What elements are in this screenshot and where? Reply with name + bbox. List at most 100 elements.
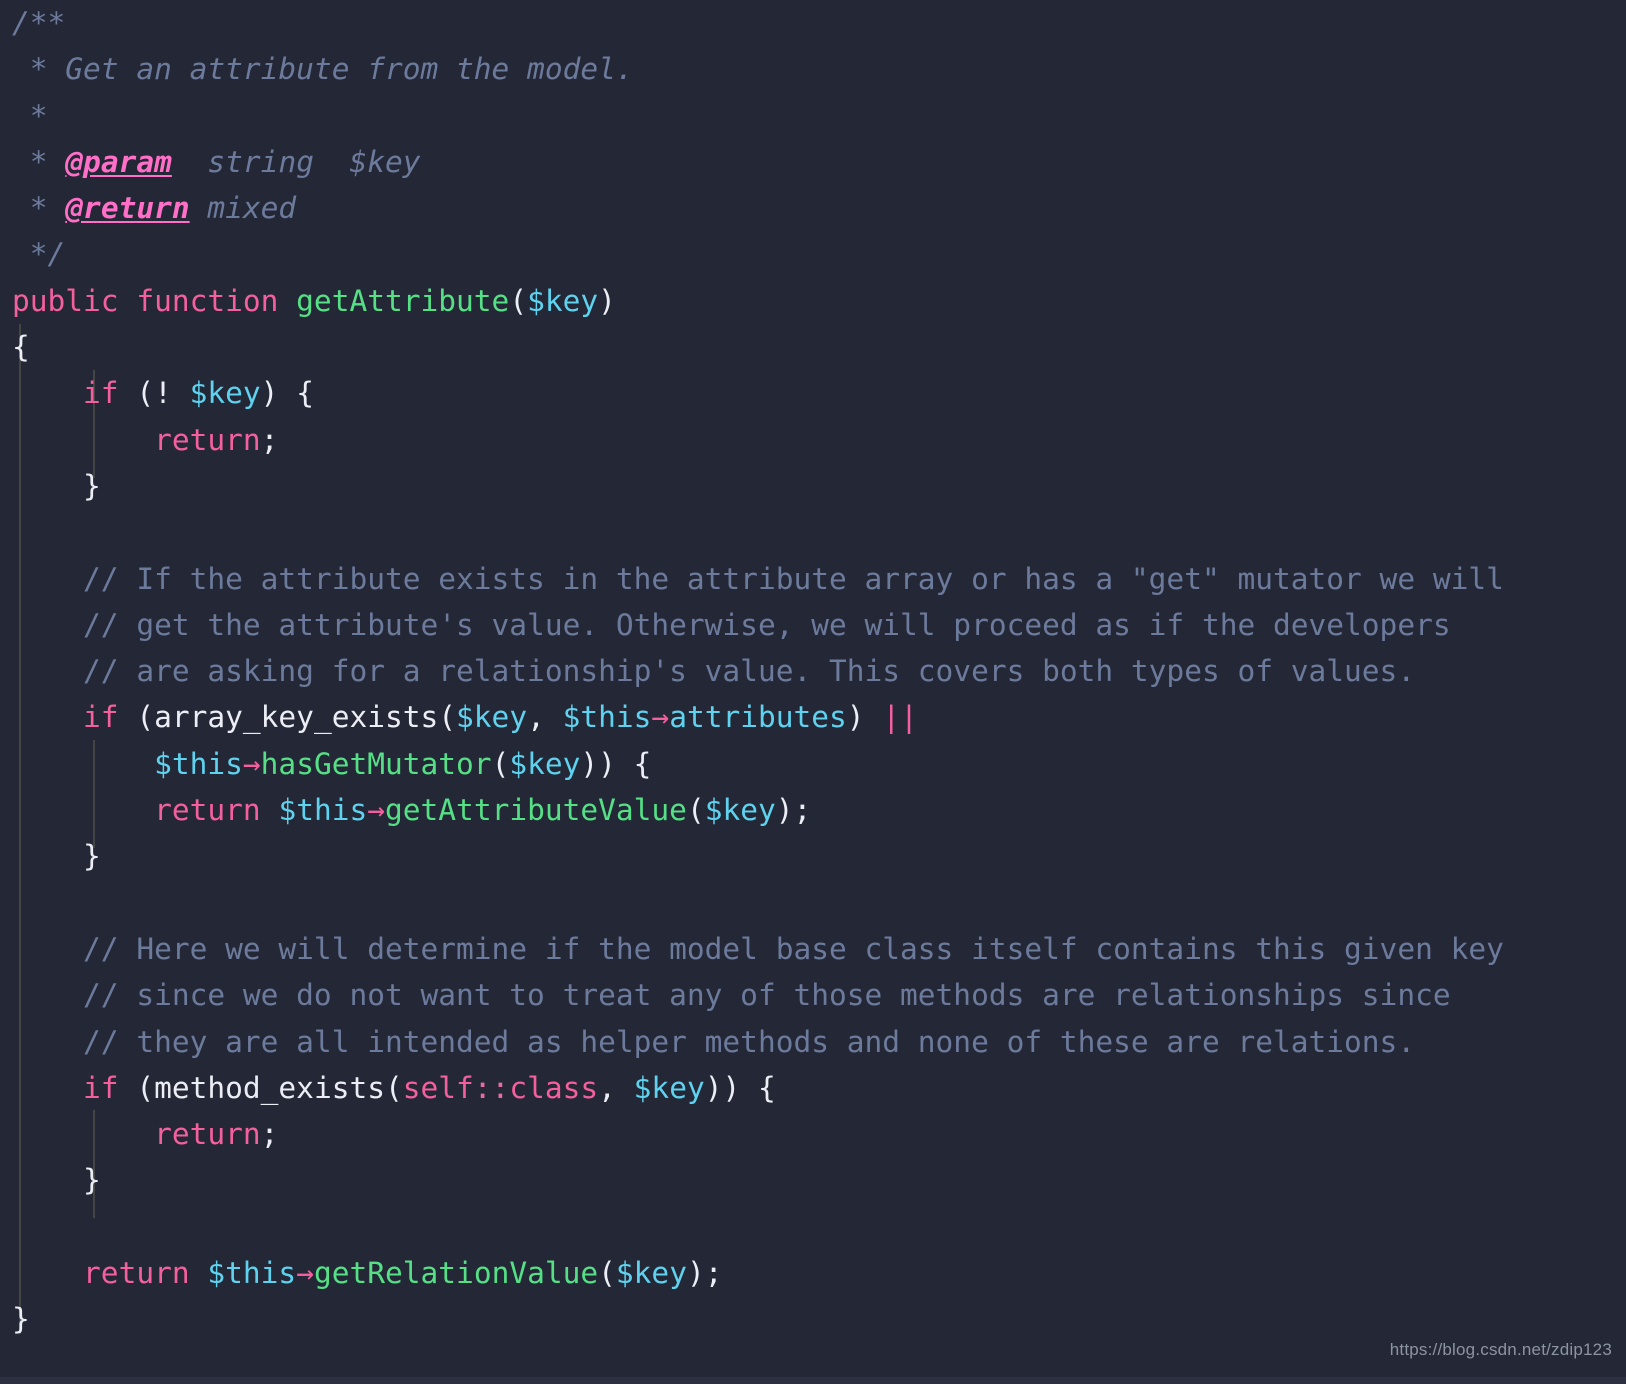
code-token-pun: ) { (260, 376, 314, 411)
code-token-pun: , (527, 700, 563, 735)
code-line[interactable]: // since we do not want to treat any of … (0, 972, 1626, 1018)
code-token-var: $this (278, 793, 368, 828)
code-token-pun: { (12, 330, 30, 365)
code-line[interactable]: // are asking for a relationship's value… (0, 648, 1626, 694)
code-token-op: || (882, 700, 918, 735)
code-line[interactable]: return; (0, 1111, 1626, 1157)
code-token-fn: getAttributeValue (385, 793, 687, 828)
code-token-doc: * (12, 98, 48, 133)
code-token-doc: * (12, 144, 66, 179)
code-token-pun: ) (846, 700, 883, 735)
code-token-pun: ); (775, 793, 812, 828)
code-token-cmt: // are asking for a relationship's value… (12, 654, 1416, 689)
code-token-fn: hasGetMutator (260, 746, 492, 781)
code-token-pun: } (12, 1302, 30, 1337)
code-token-pun (12, 376, 83, 410)
code-token-kw: if (83, 1070, 119, 1105)
code-line[interactable]: { (0, 324, 1626, 370)
code-token-pun (12, 1071, 83, 1105)
code-token-cmt: // If the attribute exists in the attrib… (12, 561, 1504, 596)
code-token-pun (261, 793, 279, 827)
code-line[interactable]: public function getAttribute($key) (0, 278, 1626, 324)
code-token-pun: } (12, 468, 101, 503)
code-token-var: $this (207, 1256, 297, 1291)
code-line[interactable] (0, 1204, 1626, 1250)
code-token-cmt: // since we do not want to treat any of … (12, 978, 1451, 1013)
code-token-doc: /** (12, 6, 66, 40)
code-token-var: $key (615, 1256, 687, 1291)
code-token-pun: ( (598, 1256, 616, 1291)
code-token-sep: :: (473, 1070, 510, 1105)
code-token-cmt: // get the attribute's value. Otherwise,… (12, 607, 1451, 642)
code-token-doctag: @return (65, 191, 190, 226)
code-token-pun: ( (509, 283, 528, 318)
bottom-strip (0, 1377, 1626, 1384)
code-token-pun (190, 1256, 208, 1290)
code-token-cmt: // Here we will determine if the model b… (12, 931, 1504, 966)
code-line[interactable] (0, 509, 1626, 555)
code-screenshot: /** * Get an attribute from the model. *… (0, 0, 1626, 1384)
code-token-pun: (method_exists( (118, 1070, 403, 1105)
code-line[interactable] (0, 880, 1626, 926)
code-token-kw: return (154, 422, 261, 457)
code-line[interactable]: if (array_key_exists($key, $this→attribu… (0, 694, 1626, 740)
code-token-pun: ) (598, 283, 616, 318)
code-token-var: $key (509, 746, 581, 781)
code-token-pun: ( (491, 746, 510, 781)
code-line[interactable]: * @param string $key (0, 139, 1626, 185)
code-line[interactable]: * (0, 93, 1626, 139)
code-line[interactable]: } (0, 1157, 1626, 1203)
code-token-var: attributes (669, 700, 847, 735)
code-token-doc: * (12, 191, 66, 226)
code-token-var: $key (189, 376, 261, 411)
code-line[interactable]: */ (0, 231, 1626, 277)
code-line[interactable]: // Here we will determine if the model b… (0, 926, 1626, 972)
code-token-fn: getAttribute (296, 283, 510, 318)
code-token-var: $key (633, 1070, 705, 1105)
code-line[interactable]: } (0, 833, 1626, 879)
code-token-doc: string $key (171, 144, 421, 179)
code-line[interactable]: // get the attribute's value. Otherwise,… (0, 602, 1626, 648)
code-token-doc: mixed (189, 191, 297, 226)
code-line[interactable]: * Get an attribute from the model. (0, 46, 1626, 92)
code-token-op: → (651, 700, 670, 735)
code-token-kw: return (154, 793, 261, 828)
code-token-pun (12, 747, 154, 781)
code-token-pun (12, 1117, 154, 1151)
code-token-var: $this (154, 746, 243, 781)
code-line[interactable]: if (! $key) { (0, 370, 1626, 416)
code-line[interactable]: } (0, 463, 1626, 509)
code-token-pun: (! (118, 376, 190, 411)
code-token-fn: getRelationValue (313, 1256, 599, 1291)
code-line[interactable]: // they are all intended as helper metho… (0, 1019, 1626, 1065)
code-token-pun (12, 793, 154, 827)
code-token-pun: )) { (704, 1070, 776, 1105)
code-token-op: → (296, 1256, 314, 1291)
code-token-kw2: class (509, 1070, 599, 1105)
code-token-doc: */ (12, 237, 66, 272)
code-token-pun (12, 423, 154, 457)
code-token-pun: } (12, 1163, 101, 1198)
code-line[interactable]: /** (0, 0, 1626, 46)
code-token-doc: * Get an attribute from the model. (12, 52, 634, 87)
code-line[interactable]: return $this→getAttributeValue($key); (0, 787, 1626, 833)
code-token-pun: } (12, 839, 101, 874)
code-token-var: $key (456, 700, 528, 735)
code-line[interactable]: return $this→getRelationValue($key); (0, 1250, 1626, 1296)
code-token-kw2: self (402, 1070, 474, 1105)
code-token-cmt: // they are all intended as helper metho… (12, 1024, 1416, 1059)
code-line[interactable]: } (0, 1296, 1626, 1342)
code-token-doctag: @param (65, 144, 172, 179)
code-line[interactable]: $this→hasGetMutator($key)) { (0, 741, 1626, 787)
code-token-var: $key (704, 793, 776, 828)
code-editor-surface[interactable]: /** * Get an attribute from the model. *… (0, 0, 1626, 1384)
code-line[interactable]: return; (0, 417, 1626, 463)
code-line[interactable]: if (method_exists(self::class, $key)) { (0, 1065, 1626, 1111)
code-line[interactable]: * @return mixed (0, 185, 1626, 231)
code-token-pun: , (598, 1070, 634, 1105)
code-line[interactable]: // If the attribute exists in the attrib… (0, 556, 1626, 602)
code-token-pun: ( (686, 793, 705, 828)
code-token-pun: )) { (580, 746, 652, 781)
code-token-kw: if (83, 700, 119, 735)
code-token-var: $this (562, 700, 652, 735)
